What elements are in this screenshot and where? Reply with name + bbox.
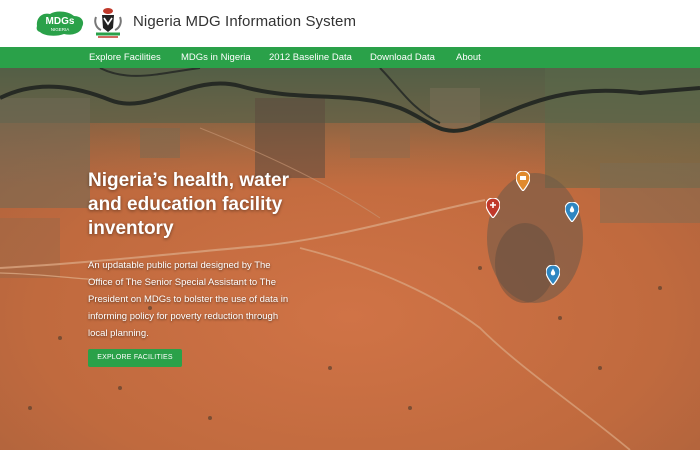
health-facility-pin[interactable]	[486, 198, 500, 218]
nav-about[interactable]: About	[456, 47, 481, 68]
nav-baseline-data[interactable]: 2012 Baseline Data	[269, 47, 352, 68]
education-facility-pin[interactable]	[516, 171, 530, 191]
logo-subtext: NIGERIA	[51, 27, 70, 32]
coat-of-arms-icon	[94, 8, 122, 38]
book-icon	[520, 176, 526, 180]
explore-facilities-button[interactable]: EXPLORE FACILITIES	[88, 349, 182, 367]
water-point-pin[interactable]	[546, 265, 560, 285]
mdgs-logo[interactable]: MDGs NIGERIA	[34, 8, 86, 38]
logo-text: MDGs	[46, 16, 75, 27]
main-nav: Explore Facilities MDGs in Nigeria 2012 …	[0, 47, 700, 68]
nav-mdgs-in-nigeria[interactable]: MDGs in Nigeria	[181, 47, 251, 68]
site-header: MDGs NIGERIA Nigeria MDG Information Sys…	[0, 0, 700, 47]
hero-section: Nigeria’s health, water and education fa…	[0, 68, 700, 450]
hero-title: Nigeria’s health, water and education fa…	[88, 170, 289, 239]
nav-explore-facilities[interactable]: Explore Facilities	[89, 47, 161, 68]
site-title[interactable]: Nigeria MDG Information System	[133, 13, 356, 30]
nav-download-data[interactable]: Download Data	[370, 47, 435, 68]
hero-description: An updatable public portal designed by T…	[88, 260, 289, 339]
water-point-pin[interactable]	[565, 202, 579, 222]
